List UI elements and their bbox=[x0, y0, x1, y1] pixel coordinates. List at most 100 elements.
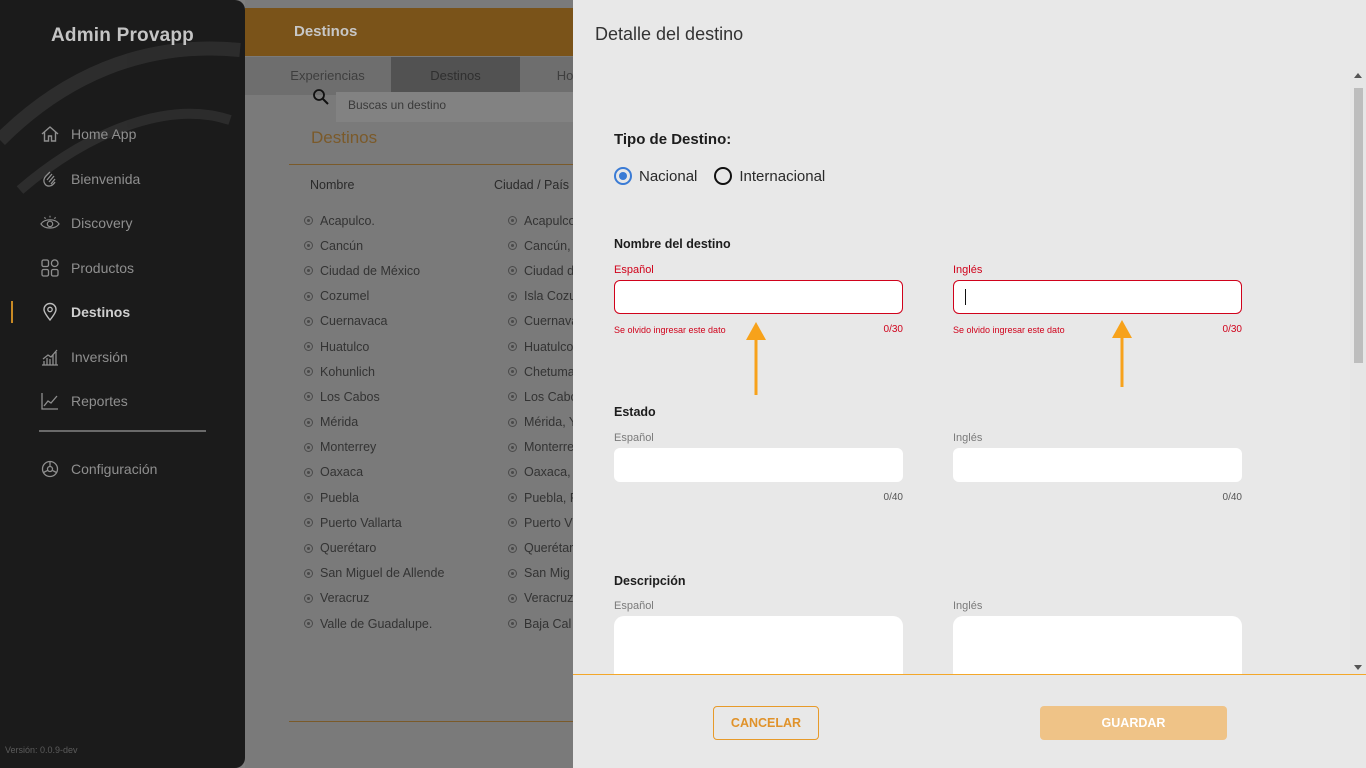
annotation-arrow-up-icon bbox=[746, 322, 766, 395]
radio-dot-icon bbox=[304, 367, 313, 377]
radio-dot-icon bbox=[508, 593, 517, 603]
estado-en-input[interactable] bbox=[953, 448, 1242, 482]
section-divider bbox=[289, 164, 579, 165]
descripcion-en-textarea[interactable] bbox=[953, 616, 1242, 674]
list-item[interactable]: Mérida bbox=[304, 410, 444, 435]
save-button[interactable]: GUARDAR bbox=[1040, 706, 1227, 740]
list-item[interactable]: Los Cabos bbox=[304, 384, 444, 409]
annotation-arrow-up-icon bbox=[1112, 320, 1132, 387]
sidebar-item-home-app[interactable]: Home App bbox=[0, 112, 245, 157]
radio-dot-icon bbox=[304, 291, 313, 301]
list-item-name: Huatulco bbox=[320, 339, 370, 354]
sidebar-item-label: Home App bbox=[71, 126, 137, 143]
nombre-en-input[interactable] bbox=[953, 280, 1242, 314]
list-item-name: San Miguel de Allende bbox=[320, 566, 445, 581]
list-item[interactable]: Acapulco. bbox=[304, 208, 444, 233]
text-caret bbox=[965, 289, 966, 305]
radio-dot-icon bbox=[508, 316, 517, 326]
list-item[interactable]: Veracruz bbox=[304, 586, 444, 611]
tab-destinos[interactable]: Destinos bbox=[391, 57, 520, 95]
sidebar-item-label: Bienvenida bbox=[71, 170, 141, 187]
scroll-up-icon[interactable] bbox=[1354, 73, 1362, 78]
tipo-destino-radio-group: Nacional Internacional bbox=[614, 167, 842, 185]
destination-detail-panel: Detalle del destino Tipo de Destino: Nac… bbox=[573, 0, 1366, 768]
estado-es-counter: 0/40 bbox=[883, 492, 903, 503]
radio-internacional-label[interactable]: Internacional bbox=[739, 168, 825, 185]
radio-dot-icon bbox=[508, 493, 517, 503]
list-item[interactable]: Huatulco bbox=[304, 334, 444, 359]
sidebar-divider bbox=[39, 430, 206, 432]
sidebar-item-inversion[interactable]: Inversión bbox=[0, 335, 245, 380]
list-bottom-divider bbox=[289, 721, 579, 722]
nombre-es-label: Español bbox=[614, 264, 654, 276]
list-item-name: Ciudad de México bbox=[320, 263, 421, 278]
list-item-name: Monterrey bbox=[320, 440, 377, 455]
radio-internacional[interactable] bbox=[714, 167, 733, 185]
sidebar-item-label: Destinos bbox=[71, 304, 131, 321]
sidebar-item-label: Discovery bbox=[71, 215, 133, 232]
sidebar-item-label: Reportes bbox=[71, 393, 128, 410]
radio-dot-icon bbox=[508, 467, 517, 477]
radio-dot-icon bbox=[304, 216, 313, 226]
radio-dot-icon bbox=[304, 241, 313, 251]
list-item[interactable]: Querétaro bbox=[304, 535, 444, 560]
estado-en-label: Inglés bbox=[953, 432, 983, 444]
list-item-name: Puebla bbox=[320, 490, 359, 505]
scroll-down-icon[interactable] bbox=[1354, 665, 1362, 670]
list-item[interactable]: Monterrey bbox=[304, 435, 444, 460]
panel-scroll-area[interactable]: Tipo de Destino: Nacional Internacional … bbox=[573, 70, 1366, 674]
radio-nacional-label[interactable]: Nacional bbox=[639, 168, 697, 185]
list-item-name: Los Cabos bbox=[320, 389, 380, 404]
list-item[interactable]: Kohunlich bbox=[304, 359, 444, 384]
nombre-es-error: Se olvido ingresar este dato bbox=[614, 325, 726, 335]
radio-dot-icon bbox=[304, 316, 313, 326]
radio-dot-icon bbox=[508, 291, 517, 301]
sidebar-item-label: Configuración bbox=[71, 461, 158, 478]
list-item[interactable]: San Miguel de Allende bbox=[304, 561, 444, 586]
sidebar-item-reportes[interactable]: Reportes bbox=[0, 379, 245, 424]
bar-chart-icon bbox=[40, 347, 60, 367]
panel-scrollbar[interactable] bbox=[1350, 70, 1366, 674]
list-item[interactable]: Cuernavaca bbox=[304, 309, 444, 334]
list-item[interactable]: Puebla bbox=[304, 485, 444, 510]
descripcion-title: Descripción bbox=[614, 574, 686, 588]
nombre-es-input[interactable] bbox=[614, 280, 903, 314]
radio-dot-icon bbox=[508, 367, 517, 377]
cancel-button[interactable]: CANCELAR bbox=[713, 706, 819, 740]
gear-icon bbox=[40, 459, 60, 479]
estado-es-input[interactable] bbox=[614, 448, 903, 482]
list-item[interactable]: Puerto Vallarta bbox=[304, 510, 444, 535]
sidebar-item-productos[interactable]: Productos bbox=[0, 246, 245, 291]
tipo-destino-title: Tipo de Destino: bbox=[614, 131, 732, 148]
radio-dot-icon bbox=[304, 417, 313, 427]
panel-title: Detalle del destino bbox=[595, 24, 744, 44]
radio-nacional[interactable] bbox=[614, 167, 632, 185]
sidebar-item-bienvenida[interactable]: Bienvenida bbox=[0, 157, 245, 202]
sidebar-item-configuracion[interactable]: Configuración bbox=[0, 447, 245, 492]
nombre-destino-title: Nombre del destino bbox=[614, 237, 731, 251]
radio-dot-icon bbox=[304, 467, 313, 477]
list-item[interactable]: Ciudad de México bbox=[304, 258, 444, 283]
list-item-name: Puerto Vallarta bbox=[320, 515, 402, 530]
line-chart-icon bbox=[40, 391, 60, 411]
column-header-ciudad: Ciudad / País bbox=[494, 178, 570, 192]
list-item-name: Acapulco. bbox=[320, 213, 375, 228]
version-label: Versión: 0.0.9-dev bbox=[5, 745, 78, 755]
list-item-name: Oaxaca bbox=[320, 465, 364, 480]
sidebar-item-discovery[interactable]: Discovery bbox=[0, 201, 245, 246]
descripcion-es-label: Español bbox=[614, 600, 654, 612]
sidebar-item-destinos[interactable]: Destinos bbox=[0, 290, 245, 335]
list-item[interactable]: Cozumel bbox=[304, 284, 444, 309]
sidebar: Admin Provapp Home App Bienvenida Discov… bbox=[0, 0, 245, 768]
estado-en-counter: 0/40 bbox=[1222, 492, 1242, 503]
wave-hand-icon bbox=[40, 169, 60, 189]
list-item[interactable]: Oaxaca bbox=[304, 460, 444, 485]
list-item[interactable]: Valle de Guadalupe. bbox=[304, 611, 444, 636]
grid-icon bbox=[40, 258, 60, 278]
list-item[interactable]: Cancún bbox=[304, 233, 444, 258]
descripcion-es-textarea[interactable] bbox=[614, 616, 903, 674]
radio-dot-icon bbox=[304, 442, 313, 452]
scrollbar-thumb[interactable] bbox=[1354, 88, 1363, 363]
radio-dot-icon bbox=[304, 392, 313, 402]
list-item-name: Veracruz bbox=[320, 591, 370, 606]
